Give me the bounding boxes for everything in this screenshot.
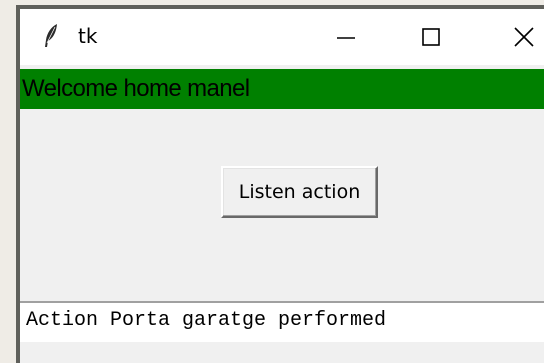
- close-icon: [514, 27, 534, 47]
- title-bar[interactable]: tk: [20, 9, 544, 65]
- listen-action-button[interactable]: Listen action: [221, 166, 378, 218]
- desktop: tk Welcome home manel Listen action Acti…: [0, 0, 544, 363]
- tk-window: tk Welcome home manel Listen action Acti…: [16, 5, 544, 363]
- minimize-icon: [337, 37, 355, 39]
- feather-icon: [42, 23, 60, 49]
- minimize-button[interactable]: [320, 9, 372, 65]
- maximize-icon: [422, 28, 440, 46]
- bottom-padding: [20, 342, 544, 363]
- window-title: tk: [78, 24, 98, 48]
- status-text-field[interactable]: Action Porta garatge performed: [20, 301, 544, 342]
- welcome-label: Welcome home manel: [22, 75, 250, 102]
- welcome-banner: Welcome home manel: [20, 69, 544, 109]
- close-button[interactable]: [498, 9, 544, 65]
- maximize-button[interactable]: [405, 9, 457, 65]
